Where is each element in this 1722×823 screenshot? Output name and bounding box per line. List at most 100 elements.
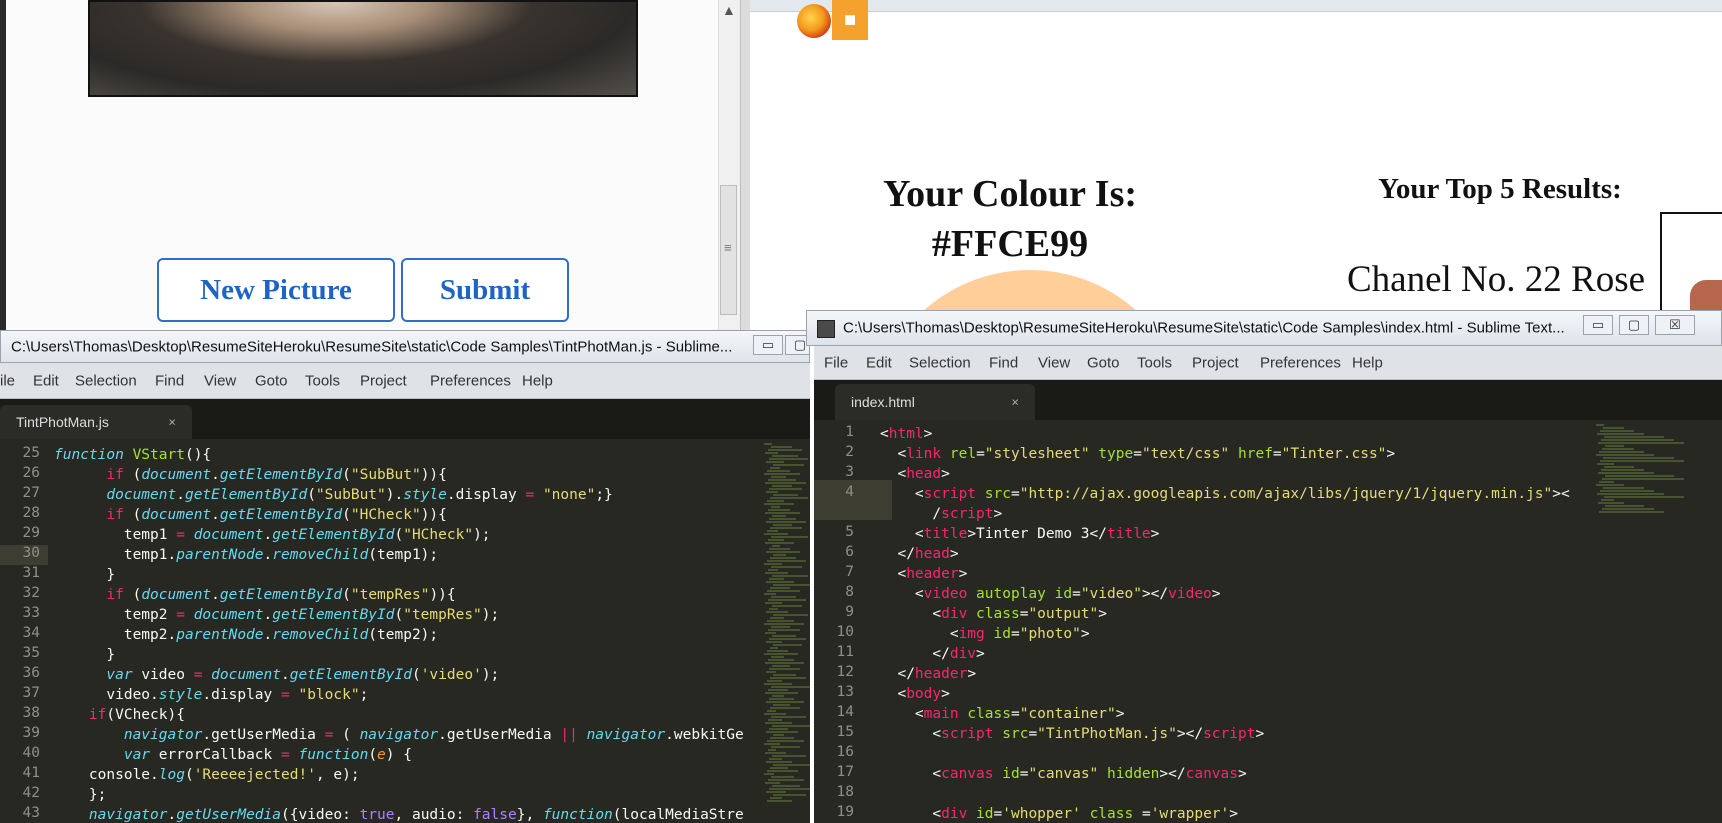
minimap-line bbox=[764, 743, 780, 745]
code-line: } bbox=[54, 567, 116, 583]
code-line: <div id='whopper' class ='wrapper'> bbox=[880, 806, 1238, 822]
code-line: navigator.getUserMedia({video: true, aud… bbox=[88, 807, 744, 823]
menu-edit[interactable]: Edit bbox=[866, 354, 892, 371]
minimap-line bbox=[768, 569, 778, 571]
minimap-line bbox=[771, 776, 794, 778]
minimap-line bbox=[764, 593, 776, 595]
grip-icon: ≡ bbox=[724, 240, 732, 255]
minimap-line bbox=[1597, 433, 1644, 435]
minimap-line bbox=[1596, 484, 1624, 486]
line-number: 11 bbox=[836, 644, 854, 660]
minimap[interactable] bbox=[760, 439, 810, 823]
menu-help[interactable]: Help bbox=[522, 372, 553, 389]
line-number: 1 bbox=[845, 424, 854, 440]
menu-tools[interactable]: Tools bbox=[1137, 354, 1172, 371]
minimap-line bbox=[767, 650, 788, 652]
minimize-icon[interactable]: ▭ bbox=[1583, 315, 1613, 335]
menu-project[interactable]: Project bbox=[360, 372, 407, 389]
minimap-line bbox=[767, 740, 804, 742]
scroll-up-icon[interactable]: ▲ bbox=[722, 2, 736, 18]
menu-tools[interactable]: Tools bbox=[305, 372, 340, 389]
left-editor-titlebar[interactable]: C:\Users\Thomas\Desktop\ResumeSiteHeroku… bbox=[0, 330, 810, 363]
minimap-line bbox=[773, 524, 792, 526]
minimap-line bbox=[1599, 481, 1614, 483]
minimap-line bbox=[772, 515, 786, 517]
minimap-line bbox=[771, 656, 784, 658]
minimap-line bbox=[772, 575, 808, 577]
firefox-icon[interactable] bbox=[797, 4, 831, 38]
minimap-line bbox=[767, 590, 800, 592]
minimap-line bbox=[764, 443, 772, 445]
line-number: 31 bbox=[22, 565, 40, 581]
minimap-line bbox=[770, 737, 794, 739]
menu-selection[interactable]: Selection bbox=[75, 372, 137, 389]
close-icon[interactable]: × bbox=[1011, 395, 1019, 410]
minimap-line bbox=[770, 557, 796, 559]
minimap-line bbox=[769, 458, 808, 460]
minimap-line bbox=[764, 773, 774, 775]
result-item: Chanel No. 22 Rose bbox=[1347, 259, 1646, 300]
menu-preferences[interactable]: Preferences bbox=[430, 372, 511, 389]
code-line: <canvas id="canvas" hidden></canvas> bbox=[880, 766, 1247, 782]
menu-goto[interactable]: Goto bbox=[255, 372, 288, 389]
minimap-line bbox=[1599, 451, 1644, 453]
submit-button[interactable]: Submit bbox=[401, 258, 569, 322]
menu-project[interactable]: Project bbox=[1192, 354, 1239, 371]
line-number: 12 bbox=[836, 664, 854, 680]
minimap-line bbox=[764, 713, 786, 715]
code-line: <main class="container"> bbox=[880, 706, 1125, 722]
menu-preferences[interactable]: Preferences bbox=[1260, 354, 1341, 371]
tab-index-html[interactable]: index.html × bbox=[835, 384, 1035, 420]
window-close-icon[interactable]: ☒ bbox=[1655, 315, 1695, 335]
line-number: 14 bbox=[836, 704, 854, 720]
minimize-icon[interactable]: ▭ bbox=[753, 335, 783, 355]
maximize-icon[interactable]: ▢ bbox=[1619, 315, 1649, 335]
minimap-line bbox=[767, 620, 794, 622]
menu-file[interactable]: File bbox=[824, 354, 848, 371]
right-code-editor[interactable]: 1 2 3 4 5 6 7 8 9 10 11 12 13 14 15 16 1… bbox=[814, 420, 1722, 823]
minimap-line bbox=[1602, 448, 1634, 450]
minimap-line bbox=[773, 614, 808, 616]
minimap-line bbox=[770, 797, 782, 799]
menu-help[interactable]: Help bbox=[1352, 354, 1383, 371]
minimap-line bbox=[768, 779, 804, 781]
line-number: 43 bbox=[22, 805, 40, 821]
close-icon[interactable]: × bbox=[168, 415, 176, 430]
minimap[interactable] bbox=[1592, 420, 1722, 823]
minimap-line bbox=[770, 767, 788, 769]
minimap-line bbox=[1597, 493, 1664, 495]
minimap-line bbox=[770, 587, 790, 589]
menu-view[interactable]: View bbox=[1038, 354, 1070, 371]
line-number: 19 bbox=[836, 804, 854, 820]
code-line: <header> bbox=[880, 566, 968, 582]
line-number: 28 bbox=[22, 505, 40, 521]
new-picture-button[interactable]: New Picture bbox=[157, 258, 395, 322]
line-number: 8 bbox=[845, 584, 854, 600]
tab-tintphotman[interactable]: TintPhotMan.js × bbox=[0, 405, 192, 439]
code-line: <img id="photo"> bbox=[880, 626, 1090, 642]
minimap-line bbox=[773, 464, 804, 466]
minimap-line bbox=[771, 716, 806, 718]
right-editor-menubar: File Edit Selection Find View Goto Tools… bbox=[814, 346, 1722, 380]
minimap-line bbox=[767, 770, 798, 772]
menu-find[interactable]: Find bbox=[155, 372, 184, 389]
minimap-line bbox=[764, 653, 798, 655]
minimap-line bbox=[768, 509, 790, 511]
menu-view[interactable]: View bbox=[204, 372, 236, 389]
minimap-line bbox=[1604, 436, 1664, 438]
window-title: C:\Users\Thomas\Desktop\ResumeSiteHeroku… bbox=[843, 319, 1565, 337]
menu-goto[interactable]: Goto bbox=[1087, 354, 1120, 371]
left-code-editor[interactable]: 25 26 27 28 29 30 31 32 33 34 35 36 37 3… bbox=[0, 439, 810, 823]
colour-label: Your Colour Is: bbox=[882, 173, 1138, 215]
camera-icon[interactable]: ■ bbox=[832, 0, 868, 40]
minimap-line bbox=[768, 749, 776, 751]
menu-find[interactable]: Find bbox=[989, 354, 1018, 371]
right-editor-titlebar[interactable]: C:\Users\Thomas\Desktop\ResumeSiteHeroku… bbox=[806, 310, 1722, 346]
menu-edit[interactable]: Edit bbox=[33, 372, 59, 389]
code-line: <video autoplay id="video"></video> bbox=[880, 586, 1221, 602]
menu-file[interactable]: ile bbox=[0, 372, 15, 389]
menu-selection[interactable]: Selection bbox=[909, 354, 971, 371]
line-number: 3 bbox=[845, 464, 854, 480]
browser-toolbar bbox=[750, 0, 1722, 12]
